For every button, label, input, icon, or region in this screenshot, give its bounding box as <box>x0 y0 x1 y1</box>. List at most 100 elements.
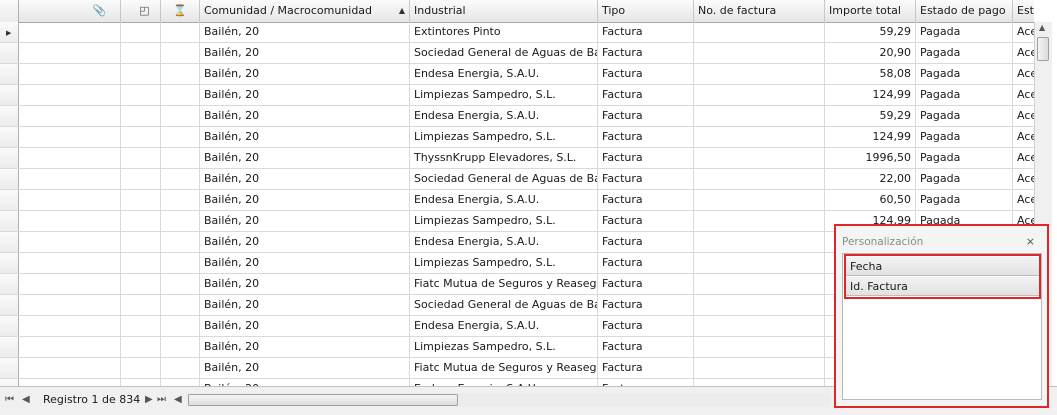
pending-cell <box>161 43 200 63</box>
column-header-tipo[interactable]: Tipo <box>598 0 694 22</box>
last-record-icon[interactable]: ⏭ <box>157 392 166 408</box>
factura-cell <box>694 253 825 273</box>
column-header-factura[interactable]: No. de factura <box>694 0 825 22</box>
personalization-hidden-columns: Fecha Id. Factura <box>844 254 1041 299</box>
attachment-cell <box>19 337 121 357</box>
industrial-cell: Limpiezas Sampedro, S.L. <box>410 85 598 105</box>
row-indicator[interactable] <box>0 211 19 231</box>
scroll-left-icon[interactable]: ◀ <box>174 392 182 408</box>
tipo-cell: Factura <box>598 379 694 386</box>
notes-cell <box>121 148 161 168</box>
horizontal-scrollbar[interactable] <box>186 393 830 407</box>
attachment-cell <box>19 169 121 189</box>
importe-cell: 60,50 <box>825 190 916 210</box>
comunidad-cell: Bailén, 20 <box>200 274 410 294</box>
attachment-cell <box>19 379 121 386</box>
row-indicator[interactable] <box>0 64 19 84</box>
row-indicator[interactable] <box>0 148 19 168</box>
comunidad-header-label: Comunidad / Macrocomunidad <box>204 4 373 17</box>
row-indicator[interactable] <box>0 253 19 273</box>
tipo-header-label: Tipo <box>602 4 626 17</box>
table-row[interactable]: Bailén, 20 Endesa Energia, S.A.U. Factura 6… <box>0 190 1034 211</box>
estado-pago-cell: Pagada <box>916 106 1013 126</box>
factura-cell <box>694 358 825 378</box>
row-indicator[interactable] <box>0 85 19 105</box>
pending-cell <box>161 22 200 42</box>
personalization-item-id-factura[interactable]: Id. Factura <box>846 277 1039 296</box>
row-indicator[interactable] <box>0 337 19 357</box>
pending-cell <box>161 274 200 294</box>
industrial-cell: Sociedad General de Aguas de Bar... <box>410 43 598 63</box>
column-header-notes[interactable]: ◰ <box>121 0 161 22</box>
importe-cell: 58,08 <box>825 64 916 84</box>
hourglass-icon: ⌛ <box>173 4 187 17</box>
table-row[interactable]: Bailén, 20 ThyssnKrupp Elevadores, S.L. Fa… <box>0 148 1034 169</box>
column-header-estado-pago[interactable]: Estado de pago <box>916 0 1013 22</box>
row-indicator[interactable] <box>0 316 19 336</box>
factura-cell <box>694 274 825 294</box>
industrial-cell: Endesa Energia, S.A.U. <box>410 379 598 386</box>
row-indicator[interactable] <box>0 358 19 378</box>
row-indicator[interactable] <box>0 106 19 126</box>
column-header-estado[interactable]: Estado <box>1013 0 1034 22</box>
importe-cell: 20,90 <box>825 43 916 63</box>
notes-cell <box>121 22 161 42</box>
pending-cell <box>161 85 200 105</box>
row-indicator[interactable] <box>0 190 19 210</box>
table-row[interactable]: Bailén, 20 Endesa Energia, S.A.U. Factura 5… <box>0 64 1034 85</box>
tipo-cell: Factura <box>598 148 694 168</box>
row-indicator[interactable] <box>0 274 19 294</box>
tipo-cell: Factura <box>598 211 694 231</box>
tipo-cell: Factura <box>598 43 694 63</box>
comunidad-cell: Bailén, 20 <box>200 337 410 357</box>
row-indicator[interactable] <box>0 295 19 315</box>
importe-cell: 22,00 <box>825 169 916 189</box>
row-indicator[interactable] <box>0 232 19 252</box>
attachment-cell <box>19 274 121 294</box>
column-header-comunidad[interactable]: Comunidad / Macrocomunidad ▲ <box>200 0 410 22</box>
table-row[interactable]: Bailén, 20 Limpiezas Sampedro, S.L. Factur… <box>0 85 1034 106</box>
previous-page-icon[interactable]: ◀ <box>22 392 30 408</box>
notes-cell <box>121 358 161 378</box>
next-record-icon[interactable]: ▶ <box>145 392 153 408</box>
horizontal-scroll-thumb[interactable] <box>188 394 458 406</box>
pending-cell <box>161 295 200 315</box>
table-row[interactable]: ▶ Bailén, 20 Extintores Pinto Factura 59,29 P… <box>0 22 1034 43</box>
column-header-industrial[interactable]: Industrial <box>410 0 598 22</box>
row-indicator[interactable] <box>0 127 19 147</box>
column-header-attachment[interactable]: 📎 <box>19 0 121 22</box>
estado-cell: Ace <box>1013 169 1034 189</box>
notes-cell <box>121 379 161 386</box>
factura-cell <box>694 316 825 336</box>
table-row[interactable]: Bailén, 20 Limpiezas Sampedro, S.L. Factur… <box>0 127 1034 148</box>
row-indicator[interactable] <box>0 379 19 386</box>
column-header-pending[interactable]: ⌛ <box>161 0 200 22</box>
estado-cell: Ace <box>1013 127 1034 147</box>
row-indicator[interactable] <box>0 43 19 63</box>
pending-cell <box>161 106 200 126</box>
factura-cell <box>694 211 825 231</box>
first-record-icon[interactable]: ⏮ <box>5 392 14 408</box>
pending-cell <box>161 64 200 84</box>
table-row[interactable]: Bailén, 20 Sociedad General de Aguas de B… <box>0 43 1034 64</box>
vertical-scroll-thumb[interactable] <box>1037 37 1049 61</box>
column-header-importe[interactable]: Importe total <box>825 0 916 22</box>
industrial-cell: Fiatc Mutua de Seguros y Reasegu... <box>410 274 598 294</box>
close-icon[interactable]: ⨯ <box>1026 235 1035 248</box>
comunidad-cell: Bailén, 20 <box>200 232 410 252</box>
table-row[interactable]: Bailén, 20 Sociedad General de Aguas de B… <box>0 169 1034 190</box>
table-row[interactable]: Bailén, 20 Endesa Energia, S.A.U. Factura 5… <box>0 106 1034 127</box>
row-indicator[interactable]: ▶ <box>0 22 19 42</box>
pending-cell <box>161 232 200 252</box>
factura-header-label: No. de factura <box>698 4 777 17</box>
notes-cell <box>121 316 161 336</box>
industrial-cell: Endesa Energia, S.A.U. <box>410 64 598 84</box>
pending-cell <box>161 316 200 336</box>
row-indicator[interactable] <box>0 169 19 189</box>
pending-cell <box>161 337 200 357</box>
personalization-item-fecha[interactable]: Fecha <box>846 257 1039 276</box>
comunidad-cell: Bailén, 20 <box>200 211 410 231</box>
importe-cell: 124,99 <box>825 127 916 147</box>
scroll-up-arrow-icon[interactable]: ▲ <box>1039 23 1045 32</box>
industrial-cell: Limpiezas Sampedro, S.L. <box>410 127 598 147</box>
